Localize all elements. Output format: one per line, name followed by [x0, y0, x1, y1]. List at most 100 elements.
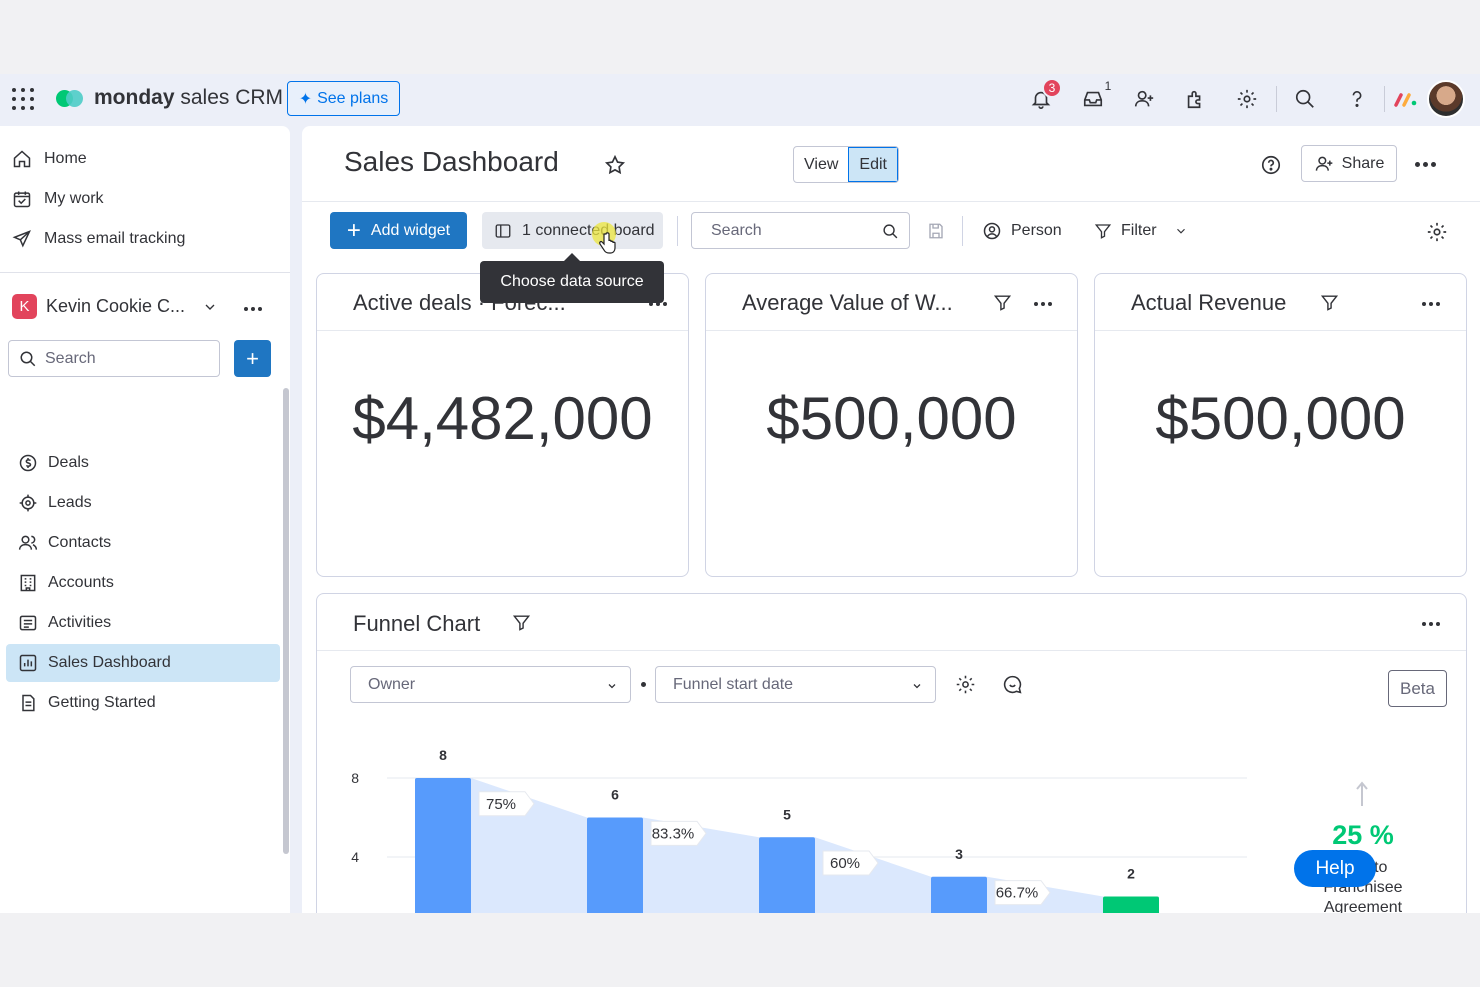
connected-board-button[interactable]: 1 connected board: [482, 212, 663, 249]
chevron-down-icon: [1176, 228, 1185, 234]
favorite-star-icon[interactable]: [604, 154, 626, 176]
sidebar-item-mass-email[interactable]: Mass email tracking: [12, 223, 185, 255]
add-item-button[interactable]: +: [234, 340, 271, 377]
toolbar-divider: [302, 201, 1480, 202]
sidebar-item-activities[interactable]: Activities: [6, 604, 280, 642]
widget-more-icon[interactable]: [1422, 302, 1440, 306]
sidebar-item-deals[interactable]: Deals: [6, 444, 280, 482]
y-tick-label: 4: [351, 849, 359, 865]
workspace-more-icon[interactable]: [244, 307, 262, 311]
building-icon: [20, 574, 36, 592]
filter-icon[interactable]: [512, 613, 531, 632]
filter-icon: [1094, 223, 1112, 239]
sidebar: Home My work Mass email tracking K Kevin…: [0, 126, 290, 913]
sidebar-scrollbar[interactable]: [283, 388, 289, 854]
sidebar-item-label: Mass email tracking: [44, 230, 186, 247]
connected-board-label: 1 connected board: [522, 221, 655, 239]
help-circle-icon[interactable]: [1260, 154, 1282, 176]
page-title: Sales Dashboard: [344, 146, 559, 177]
notifications-icon[interactable]: 3: [1028, 78, 1062, 112]
sidebar-item-label: Leads: [48, 494, 92, 511]
page-more-icon[interactable]: [1415, 162, 1436, 167]
view-edit-toggle: View Edit: [793, 146, 899, 183]
beta-badge: Beta: [1388, 670, 1447, 707]
brand-bold: monday: [94, 86, 175, 109]
owner-dropdown[interactable]: Owner: [350, 666, 631, 703]
view-mode-button[interactable]: View: [794, 147, 848, 182]
funnel-settings-icon[interactable]: [955, 674, 976, 695]
list-icon: [19, 615, 37, 631]
widget-card-average-value[interactable]: Average Value of W... $500,000: [705, 273, 1078, 577]
y-tick-label: 8: [351, 770, 359, 786]
widget-more-icon[interactable]: [1034, 302, 1052, 306]
widget-card-active-deals[interactable]: Active deals · Forec... $4,482,000: [316, 273, 689, 577]
settings-gear-icon[interactable]: [1234, 86, 1260, 112]
contacts-icon: [18, 535, 38, 550]
notifications-badge: 3: [1042, 78, 1062, 98]
bar-value-label: 2: [1127, 866, 1135, 882]
edit-mode-button[interactable]: Edit: [848, 147, 898, 182]
save-view-icon[interactable]: [927, 222, 945, 240]
funnel-date-dropdown[interactable]: Funnel start date: [655, 666, 936, 703]
help-button[interactable]: Help: [1294, 850, 1376, 887]
monday-logo-icon: [56, 87, 86, 109]
bar-value-label: 5: [783, 806, 791, 822]
sidebar-item-my-work[interactable]: My work: [12, 183, 104, 215]
sidebar-item-accounts[interactable]: Accounts: [6, 564, 280, 602]
bar-value-label: 6: [611, 787, 619, 803]
add-widget-label: Add widget: [370, 221, 451, 239]
help-question-icon[interactable]: [1344, 86, 1370, 112]
sidebar-item-label: Accounts: [48, 574, 114, 591]
sidebar-item-label: Deals: [48, 454, 89, 471]
chevron-down-icon: [608, 684, 616, 689]
invite-member-icon[interactable]: [1131, 86, 1157, 112]
dashboard-search-input[interactable]: Search: [691, 212, 910, 249]
home-icon: [13, 150, 31, 168]
sidebar-item-contacts[interactable]: Contacts: [6, 524, 280, 562]
sidebar-item-leads[interactable]: Leads: [6, 484, 280, 522]
workspace-selector[interactable]: K Kevin Cookie C...: [12, 294, 218, 319]
sidebar-item-sales-dashboard[interactable]: Sales Dashboard: [6, 644, 280, 682]
sidebar-item-getting-started[interactable]: Getting Started: [6, 684, 280, 722]
filter-button[interactable]: Filter: [1094, 212, 1188, 249]
dashboard-settings-icon[interactable]: [1426, 221, 1448, 243]
widget-value: $4,482,000: [352, 385, 653, 452]
funnel-bar: [931, 876, 987, 913]
apps-grid-icon[interactable]: [12, 88, 34, 110]
widget-more-icon[interactable]: [1422, 622, 1440, 626]
owner-dropdown-value: Owner: [368, 675, 416, 693]
dashboard-search-placeholder: Search: [711, 221, 762, 239]
person-filter-button[interactable]: Person: [982, 212, 1062, 249]
sparkle-icon: ✦: [298, 90, 313, 108]
inbox-badge: 1: [1104, 79, 1112, 93]
dashboard-icon: [19, 654, 37, 672]
search-icon[interactable]: [1292, 86, 1318, 112]
brand-logo[interactable]: monday sales CRM: [56, 86, 283, 110]
widget-title: Actual Revenue: [1131, 290, 1287, 315]
conversion-percent: 25 %: [1332, 820, 1394, 850]
filter-label: Filter: [1121, 221, 1157, 239]
share-label: Share: [1341, 154, 1385, 172]
funnel-bar: [587, 817, 643, 913]
sidebar-search-input[interactable]: Search: [8, 340, 220, 377]
brand-name: monday sales CRM: [94, 86, 283, 110]
share-button[interactable]: Share: [1301, 145, 1397, 182]
feedback-icon[interactable]: [1002, 674, 1023, 695]
see-plans-button[interactable]: ✦ See plans: [287, 81, 400, 116]
person-label: Person: [1011, 221, 1062, 239]
widget-value: $500,000: [766, 385, 1017, 452]
filter-icon[interactable]: [993, 293, 1012, 312]
inbox-icon[interactable]: 1: [1080, 79, 1111, 112]
sidebar-item-label: My work: [44, 190, 104, 207]
send-icon: [12, 230, 31, 248]
add-widget-button[interactable]: + Add widget: [330, 212, 467, 249]
conversion-label: 66.7%: [996, 885, 1039, 902]
filter-icon[interactable]: [1320, 293, 1339, 312]
workspace-name: Kevin Cookie C...: [46, 296, 186, 316]
monday-apps-logo-icon[interactable]: [1393, 86, 1419, 112]
user-avatar[interactable]: [1427, 80, 1465, 118]
integrations-icon[interactable]: [1182, 86, 1208, 112]
sidebar-item-home[interactable]: Home: [12, 143, 87, 175]
widget-card-actual-revenue[interactable]: Actual Revenue $500,000: [1094, 273, 1467, 577]
toolbar-separator: [962, 216, 963, 246]
